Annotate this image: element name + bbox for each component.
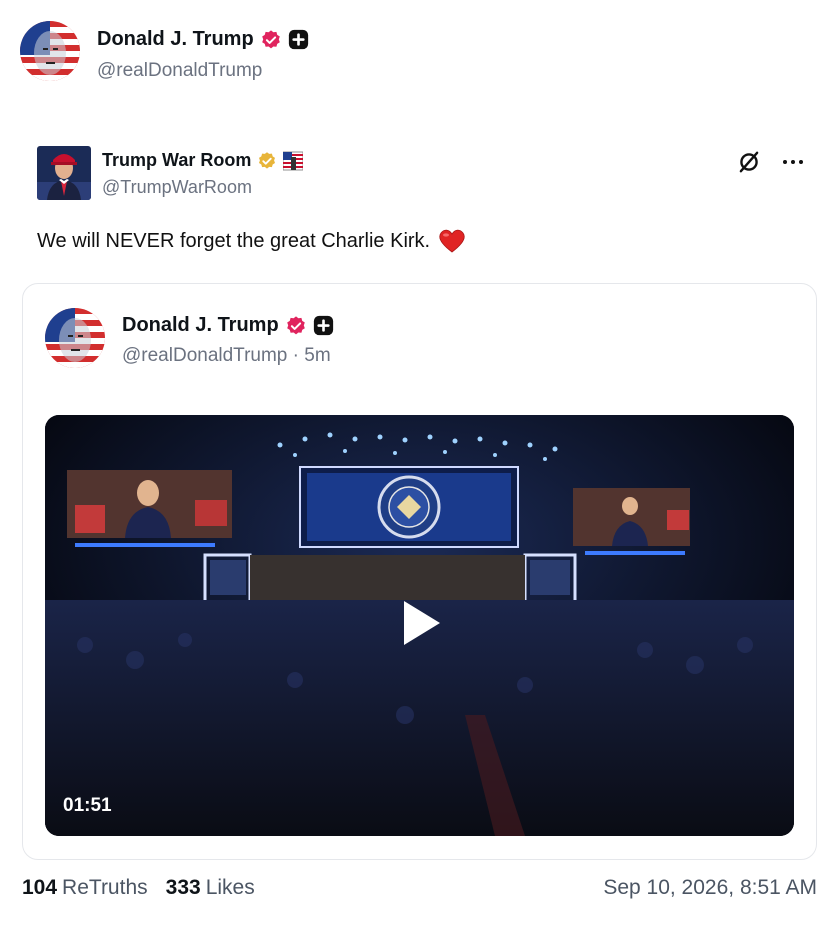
likes-stat[interactable]: 333 Likes [166,876,255,900]
post-text-content: We will NEVER forget the great Charlie K… [37,229,431,252]
more-options-icon[interactable] [782,158,804,166]
quoted-author-handle[interactable]: @TrumpWarRoom [102,177,252,198]
mute-icon[interactable] [736,149,762,175]
quoted-avatar-image [37,146,91,200]
post-stats: 104 ReTruths 333 Likes Sep 10, 2026, 8:51 … [22,876,817,900]
likes-count: 333 [165,876,201,899]
verified-badge-icon [261,29,280,48]
quoted-actions [736,149,804,175]
video-player[interactable]: 01:51 [45,415,794,836]
play-icon[interactable] [392,595,448,651]
red-heart-emoji-icon [439,229,465,253]
post-text: We will NEVER forget the great Charlie K… [37,228,466,254]
video-duration: 01:51 [63,795,112,816]
retruths-count: 104 [22,876,58,899]
embedded-author-name[interactable]: Donald J. Trump [122,314,279,337]
embedded-author-avatar[interactable] [45,308,105,368]
affiliate-flag-icon [283,151,304,170]
post-timestamp[interactable]: Sep 10, 2026, 8:51 AM [603,876,817,900]
avatar-image [20,21,80,81]
plus-badge-icon [313,315,333,336]
quoted-author-name[interactable]: Trump War Room [102,150,251,171]
retruths-label: ReTruths [62,876,148,899]
author-name-row: Donald J. Trump [97,28,309,51]
likes-label: Likes [205,876,255,899]
embedded-author-handle[interactable]: @realDonaldTrump · 5m [122,345,331,367]
author-handle[interactable]: @realDonaldTrump [97,60,262,82]
verified-gold-badge-icon [259,151,276,169]
embedded-author-name-row: Donald J. Trump [122,314,334,337]
quoted-author-avatar[interactable] [37,146,91,200]
verified-badge-icon [286,315,305,334]
embedded-post-card[interactable]: Donald J. Trump @realDonaldTrump · 5m 01… [22,283,817,860]
embedded-avatar-image [45,308,105,368]
quoted-author-name-row: Trump War Room [102,150,304,171]
author-name[interactable]: Donald J. Trump [97,28,254,51]
plus-badge-icon [288,29,308,50]
retruths-stat[interactable]: 104 ReTruths [22,876,148,900]
author-avatar[interactable] [20,21,80,81]
